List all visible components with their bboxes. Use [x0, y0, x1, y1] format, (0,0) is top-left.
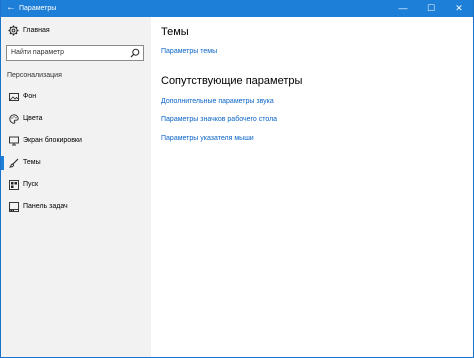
sidebar-item-taskbar[interactable]: Панель задач	[1, 196, 151, 218]
search-placeholder: Найти параметр	[11, 49, 64, 56]
sound-settings-link[interactable]: Дополнительные параметры звука	[161, 98, 274, 105]
start-icon	[9, 180, 19, 190]
related-settings-title: Сопутствующие параметры	[161, 75, 303, 87]
monitor-icon	[9, 136, 19, 146]
brush-icon	[9, 158, 19, 168]
sidebar-item-label: Фон	[23, 93, 37, 100]
sidebar-item-background[interactable]: Фон	[1, 86, 151, 108]
desktop-icon-settings-link[interactable]: Параметры значков рабочего стола	[161, 116, 277, 123]
sidebar-item-label: Темы	[23, 159, 41, 166]
sidebar-item-colors[interactable]: Цвета	[1, 108, 151, 130]
sidebar-home[interactable]: Главная	[1, 23, 151, 39]
gear-icon	[8, 25, 19, 36]
close-button[interactable]: ✕	[445, 0, 473, 17]
sidebar-item-themes[interactable]: Темы	[1, 152, 151, 174]
mouse-pointer-settings-link[interactable]: Параметры указателя мыши	[161, 135, 254, 142]
window-title: Параметры	[19, 5, 57, 12]
sidebar: Главная Найти параметр Персонализация Фо…	[1, 17, 151, 357]
image-icon	[9, 92, 19, 102]
sidebar-item-label: Экран блокировки	[23, 137, 82, 144]
section-title: Персонализация	[7, 72, 62, 79]
settings-window: ← Параметры — ☐ ✕ Главная Найти параметр…	[0, 0, 474, 358]
maximize-button[interactable]: ☐	[417, 0, 445, 17]
page-title: Темы	[161, 26, 189, 38]
sidebar-item-start[interactable]: Пуск	[1, 174, 151, 196]
minimize-button[interactable]: —	[389, 0, 417, 17]
sidebar-item-label: Цвета	[23, 115, 43, 122]
taskbar-icon	[9, 202, 19, 212]
back-arrow-icon[interactable]: ←	[4, 1, 18, 15]
sidebar-item-label: Пуск	[23, 181, 39, 188]
search-icon[interactable]	[130, 48, 140, 58]
main-content: Темы Параметры темы Сопутствующие параме…	[151, 17, 473, 357]
sidebar-item-lock-screen[interactable]: Экран блокировки	[1, 130, 151, 152]
sidebar-nav: Фон Цвета Экран блокировки Темы Пуск Пан…	[1, 86, 151, 218]
search-input[interactable]: Найти параметр	[6, 45, 144, 61]
title-bar: ← Параметры — ☐ ✕	[1, 0, 473, 17]
theme-settings-link[interactable]: Параметры темы	[161, 48, 217, 55]
palette-icon	[9, 114, 19, 124]
selection-indicator	[1, 156, 4, 170]
sidebar-home-label: Главная	[23, 27, 50, 34]
sidebar-item-label: Панель задач	[23, 203, 68, 210]
